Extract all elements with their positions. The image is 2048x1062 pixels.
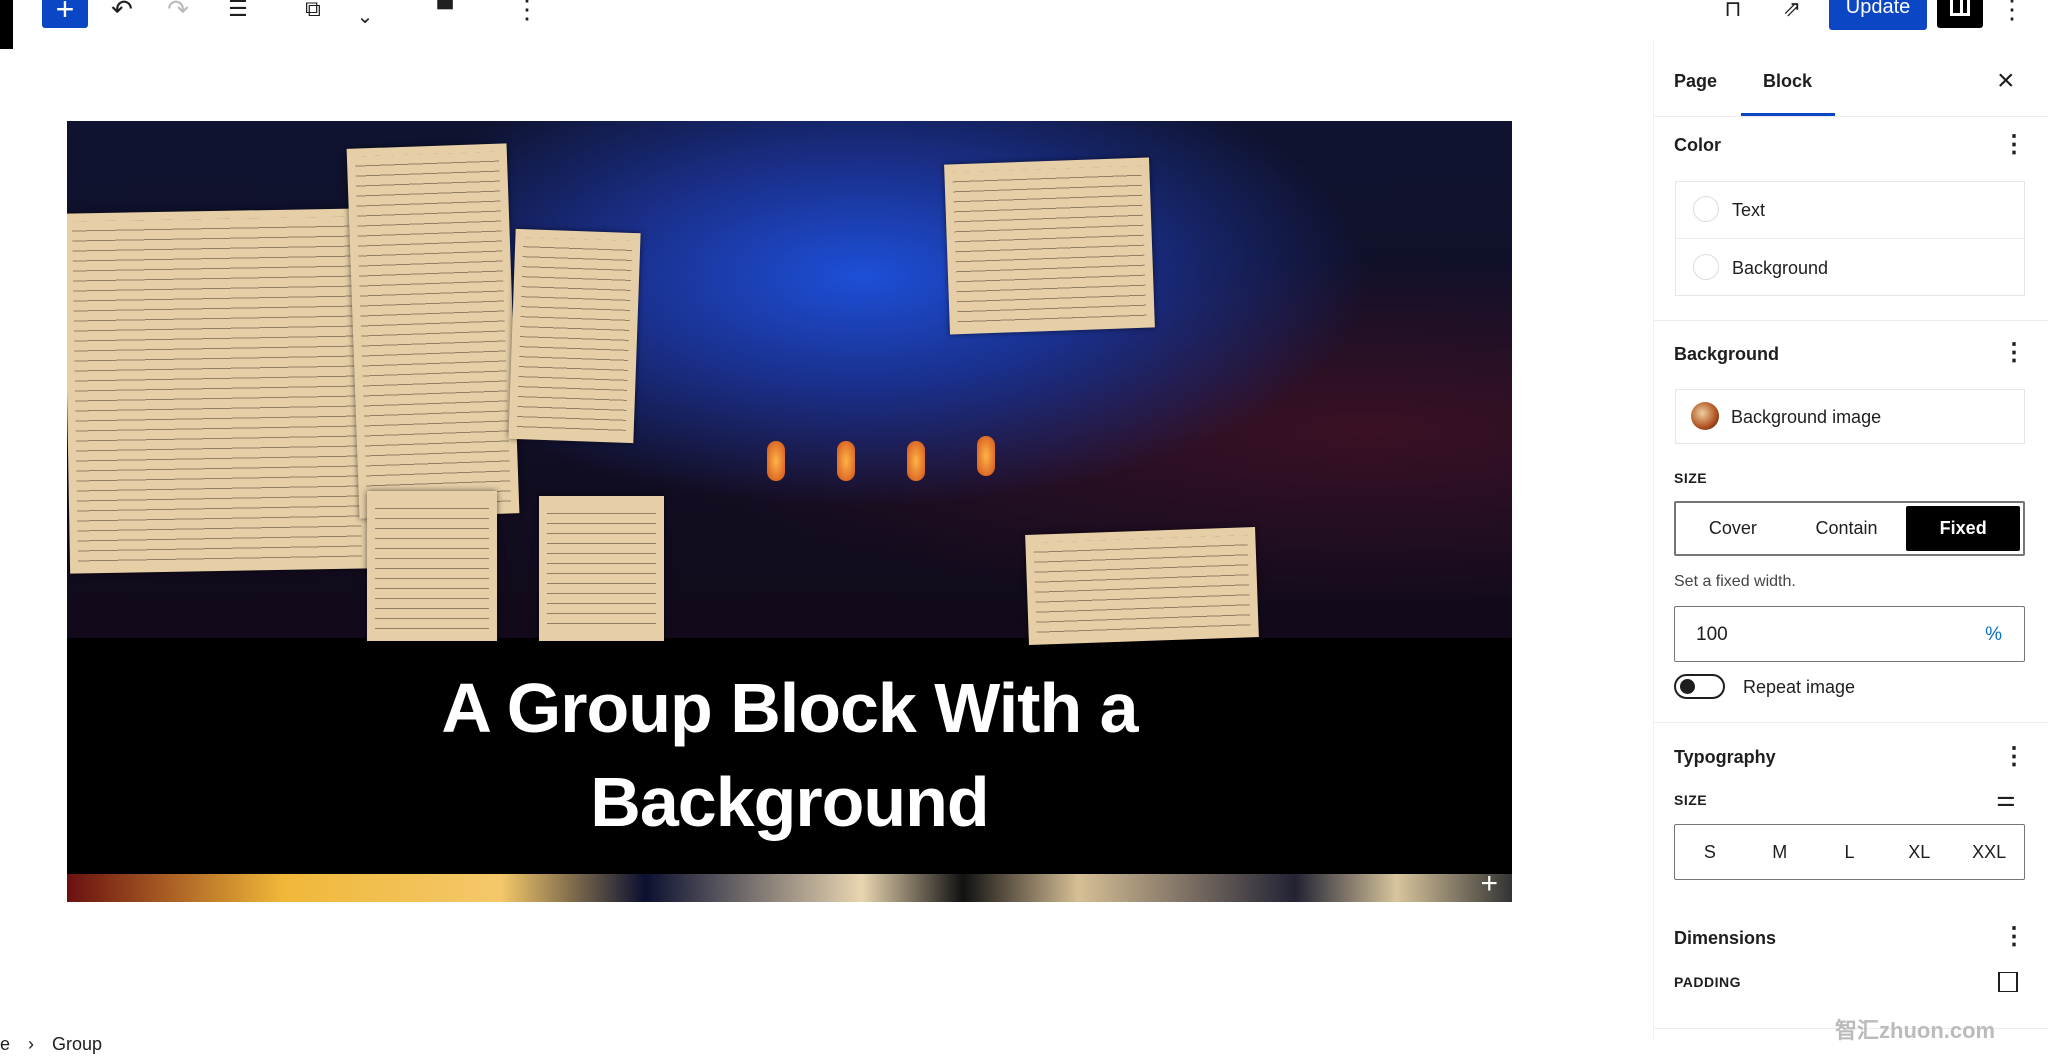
tab-page[interactable]: Page [1674, 71, 1717, 92]
document-overview-icon[interactable]: ☰ [218, 0, 258, 30]
breadcrumb-separator: › [28, 1034, 35, 1054]
divider [1653, 116, 2048, 117]
group-block[interactable]: A Group Block With a Background + [67, 121, 1512, 902]
heading-line-1: A Group Block With a [441, 669, 1138, 747]
font-size-s[interactable]: S [1675, 825, 1745, 879]
group-heading[interactable]: A Group Block With a Background [67, 661, 1512, 849]
watermark: 智汇zhuon.com [1835, 1018, 1996, 1043]
width-value: 100 [1696, 624, 1728, 645]
add-block-button[interactable]: + [42, 0, 88, 28]
breadcrumb: e › Group [0, 1034, 102, 1055]
custom-size-icon[interactable]: ⚌ [1996, 786, 2016, 812]
font-size-xxl[interactable]: XXL [1954, 825, 2024, 879]
undo-icon[interactable]: ↶ [102, 0, 142, 30]
font-size-xl[interactable]: XL [1884, 825, 1954, 879]
background-options-icon[interactable]: ⋮ [2002, 341, 2026, 365]
size-label: SIZE [1674, 470, 1708, 486]
font-size-m[interactable]: M [1745, 825, 1815, 879]
color-panel-title[interactable]: Color [1674, 135, 1721, 156]
typography-panel-title[interactable]: Typography [1674, 747, 1776, 768]
external-link-icon[interactable]: ⇗ [1772, 0, 1812, 30]
size-help-text: Set a fixed width. [1674, 573, 1796, 590]
repeat-image-toggle[interactable] [1674, 674, 1725, 699]
sidebar-icon [1950, 0, 1970, 16]
background-size-control[interactable]: Cover Contain Fixed [1674, 501, 2025, 556]
size-option-cover[interactable]: Cover [1676, 503, 1790, 554]
font-size-picker[interactable]: S M L XL XXL [1674, 824, 2025, 880]
background-image [67, 121, 1512, 645]
chevron-down-icon[interactable]: ⌄ [345, 7, 385, 38]
close-icon[interactable]: × [1997, 64, 2015, 98]
unit-select[interactable]: % [1985, 624, 2002, 646]
text-color-swatch[interactable] [1693, 196, 1719, 222]
update-button[interactable]: Update [1829, 0, 1927, 30]
background-image-thumbnail [1691, 402, 1719, 430]
redo-icon[interactable]: ↷ [158, 0, 198, 30]
width-input[interactable]: 100 % [1674, 606, 2025, 662]
background-panel-title[interactable]: Background [1674, 344, 1779, 365]
color-item-background[interactable]: Background [1732, 258, 1828, 279]
block-pattern-icon[interactable]: ⧉ [293, 0, 333, 30]
more-options-icon[interactable]: ⋮ [507, 0, 547, 30]
divider [1653, 320, 2048, 321]
unlink-sides-icon[interactable] [1998, 972, 2018, 992]
view-icon[interactable]: ⊓ [1713, 0, 1753, 30]
breadcrumb-item-group[interactable]: Group [52, 1034, 102, 1055]
sidebar-border [1653, 40, 1654, 1040]
typography-options-icon[interactable]: ⋮ [2002, 745, 2026, 769]
background-image-label: Background image [1731, 407, 1882, 427]
breadcrumb-item-root[interactable]: e [0, 1034, 10, 1055]
align-icon[interactable]: ▀ [425, 0, 465, 30]
divider [1675, 238, 2025, 239]
background-color-swatch[interactable] [1693, 254, 1719, 280]
size-option-contain[interactable]: Contain [1790, 503, 1904, 554]
settings-toggle-button[interactable] [1937, 0, 1983, 28]
font-size-l[interactable]: L [1815, 825, 1885, 879]
background-image-repeat [67, 874, 1512, 902]
heading-line-2: Background [590, 763, 989, 841]
divider [1653, 722, 2048, 723]
options-icon[interactable]: ⋮ [1992, 0, 2032, 30]
color-item-text[interactable]: Text [1732, 200, 1765, 221]
toggle-knob [1680, 679, 1695, 694]
padding-label: PADDING [1674, 974, 1742, 990]
tab-block[interactable]: Block [1763, 71, 1812, 92]
font-size-label: SIZE [1674, 792, 1708, 808]
color-options-icon[interactable]: ⋮ [2002, 133, 2026, 157]
dimensions-panel-title[interactable]: Dimensions [1674, 928, 1776, 949]
size-option-fixed[interactable]: Fixed [1906, 506, 2021, 551]
dimensions-options-icon[interactable]: ⋮ [2002, 925, 2026, 949]
block-appender-button[interactable]: + [1480, 869, 1498, 899]
left-edge [0, 0, 13, 49]
repeat-image-label: Repeat image [1743, 677, 1856, 697]
